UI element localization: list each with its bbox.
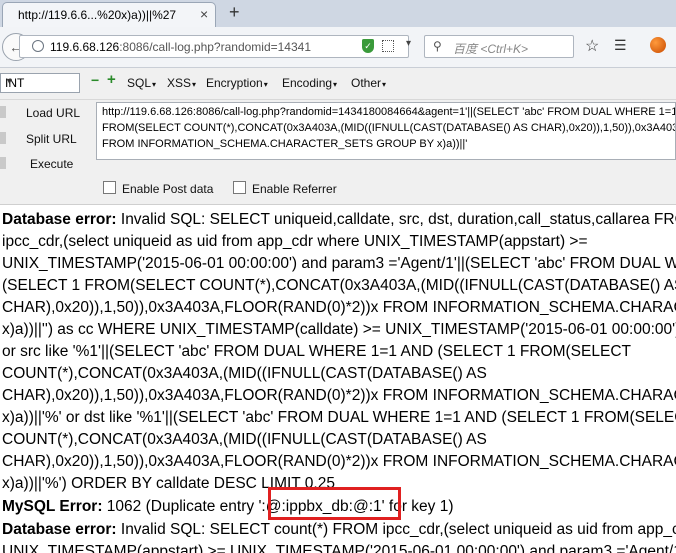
menu-other-label: Other [351, 76, 382, 90]
highlight-box [268, 487, 401, 520]
search-icon: ⚲ [433, 39, 442, 53]
tab-active[interactable]: http://119.6.6...%20x)a))||%27 × [2, 2, 216, 27]
menu-xss-label: XSS [167, 76, 192, 90]
nav-bar: ← 119.6.68.126:8086/call-log.php?randomi… [0, 27, 676, 68]
url-text[interactable]: 119.6.68.126:8086/call-log.php?randomid=… [50, 40, 350, 54]
menu-xss[interactable]: XSS▾ [167, 76, 196, 90]
chevron-down-icon[interactable]: ▾ [406, 38, 411, 49]
db-error-label: Database error: [2, 211, 117, 228]
shield-icon[interactable]: ✓ [362, 39, 374, 53]
menu-encoding-label: Encoding [282, 76, 333, 90]
mysql-error-label: MySQL Error: [2, 498, 103, 515]
increment-button[interactable]: + [107, 71, 116, 88]
globe-icon [32, 40, 44, 52]
extension-icon[interactable] [650, 37, 666, 53]
load-url-label: Load URL [26, 106, 81, 120]
split-url-icon [0, 132, 6, 144]
error-text-line: x)a))||'%' or dst like '%1'||(SELECT 'ab… [2, 409, 676, 426]
menu-other[interactable]: Other▾ [351, 76, 386, 90]
url-path: :8086/call-log.php?randomid=14341 [119, 40, 311, 54]
split-url-label: Split URL [26, 132, 77, 146]
error-text-line: CHAR),0x20)),1,50)),0x3A403A,FLOOR(RAND(… [2, 453, 676, 470]
search-input[interactable]: ⚲ 百度 <Ctrl+K> [424, 35, 574, 58]
search-placeholder: 百度 <Ctrl+K> [453, 42, 529, 56]
type-select[interactable]: INT ▼ [0, 73, 80, 93]
menu-sql[interactable]: SQL▾ [127, 76, 156, 90]
new-tab-button[interactable]: + [229, 2, 240, 23]
error-text-line: UNIX_TIMESTAMP(appstart) >= UNIX_TIMESTA… [2, 543, 676, 553]
db-error2-line: Database error: Invalid SQL: SELECT coun… [2, 519, 676, 540]
url-host: 119.6.68.126 [50, 40, 120, 54]
menu-encryption-label: Encryption [206, 76, 263, 90]
qr-code-icon[interactable] [382, 40, 394, 52]
menu-sql-label: SQL [127, 76, 152, 90]
db-error-text: Invalid SQL: SELECT uniqueid,calldate, s… [116, 211, 676, 228]
error-text-line: (SELECT 1 FROM(SELECT COUNT(*),CONCAT(0x… [2, 277, 676, 294]
db-error2-label: Database error: [2, 521, 117, 538]
page-content: Database error: Invalid SQL: SELECT uniq… [2, 209, 676, 553]
hackbar-panel: Load URL Split URL Execute http://119.6.… [0, 100, 676, 205]
error-text-line: UNIX_TIMESTAMP('2015-06-01 00:00:00') an… [2, 255, 676, 272]
textarea-line: http://119.6.68.126:8086/call-log.php?ra… [102, 106, 676, 118]
checkbox-box [103, 181, 116, 194]
error-text-line: CHAR),0x20)),1,50)),0x3A403A,FLOOR(RAND(… [2, 299, 676, 316]
close-icon[interactable]: × [200, 6, 208, 22]
decrement-button[interactable]: − [91, 72, 99, 88]
reading-list-icon[interactable]: ☰ [614, 37, 627, 54]
enable-post-checkbox[interactable]: Enable Post data [103, 181, 213, 196]
error-text-line: COUNT(*),CONCAT(0x3A403A,(MID((IFNULL(CA… [2, 431, 487, 448]
textarea-line: FROM(SELECT COUNT(*),CONCAT(0x3A403A,(MI… [102, 122, 675, 134]
checkbox-box [233, 181, 246, 194]
enable-referrer-checkbox[interactable]: Enable Referrer [233, 181, 337, 196]
address-bar[interactable]: 119.6.68.126:8086/call-log.php?randomid=… [19, 35, 411, 58]
menu-encryption[interactable]: Encryption▾ [206, 76, 268, 90]
execute-label: Execute [30, 157, 74, 171]
enable-post-label: Enable Post data [122, 182, 214, 196]
menu-encoding[interactable]: Encoding▾ [282, 76, 337, 90]
chevron-down-icon: ▼ [5, 76, 14, 86]
error-text-line: ipcc_cdr,(select uniqueid as uid from ap… [2, 233, 588, 250]
hackbar-toolbar: INT ▼ − + SQL▾ XSS▾ Encryption▾ Encoding… [0, 68, 676, 100]
tab-title: http://119.6.6...%20x)a))||%27 [18, 8, 177, 22]
bookmark-star-icon[interactable]: ☆ [585, 36, 599, 56]
textarea-line: FROM INFORMATION_SCHEMA.CHARACTER_SETS G… [102, 138, 468, 150]
db-error2-text: Invalid SQL: SELECT count(*) FROM ipcc_c… [120, 521, 676, 538]
load-url-icon [0, 106, 6, 118]
error-text-line: COUNT(*),CONCAT(0x3A403A,(MID((IFNULL(CA… [2, 365, 487, 382]
error-text-line: CHAR),0x20)),1,50)),0x3A403A,FLOOR(RAND(… [2, 387, 676, 404]
execute-icon [0, 157, 6, 169]
tab-strip: http://119.6.6...%20x)a))||%27 × + [0, 0, 676, 27]
enable-referrer-label: Enable Referrer [252, 182, 337, 196]
db-error-line: Database error: Invalid SQL: SELECT uniq… [2, 209, 676, 230]
error-text-line: x)a))||'') as cc WHERE UNIX_TIMESTAMP(ca… [2, 321, 676, 338]
url-textarea[interactable]: http://119.6.68.126:8086/call-log.php?ra… [96, 102, 676, 160]
error-text-line: or src like '%1'||(SELECT 'abc' FROM DUA… [2, 343, 631, 360]
